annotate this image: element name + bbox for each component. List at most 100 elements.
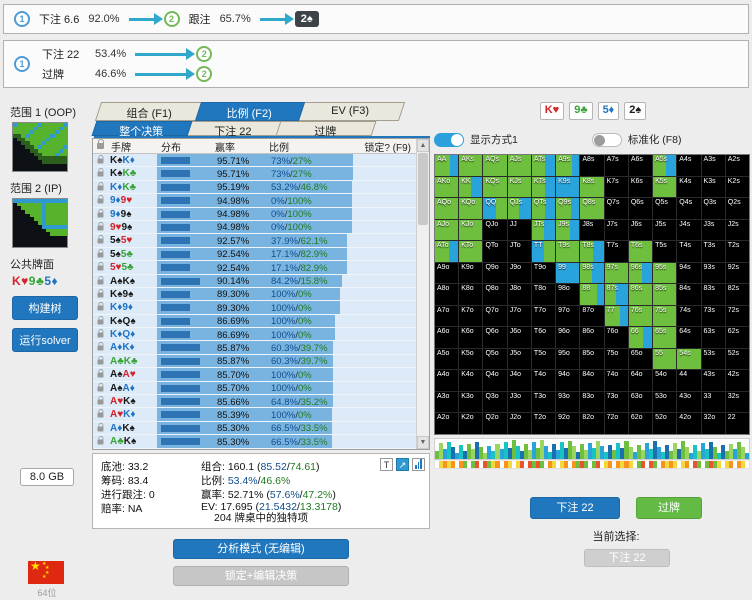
matrix-cell-A6s[interactable]: A6s xyxy=(629,155,652,176)
matrix-cell-J2o[interactable]: J2o xyxy=(508,413,531,434)
matrix-cell-T2o[interactable]: T2o xyxy=(532,413,555,434)
header-ratio[interactable]: 比例 xyxy=(269,139,349,154)
matrix-cell-Q6o[interactable]: Q6o xyxy=(483,327,506,348)
matrix-cell-Q2s[interactable]: Q2s xyxy=(726,198,749,219)
matrix-cell-T9s[interactable]: T9s xyxy=(556,241,579,262)
table-row[interactable]: K♠K♦95.71%73%/27% xyxy=(93,154,429,167)
matrix-cell-K6s[interactable]: K6s xyxy=(629,177,652,198)
matrix-cell-52s[interactable]: 52s xyxy=(726,349,749,370)
matrix-cell-96o[interactable]: 96o xyxy=(556,327,579,348)
matrix-cell-T6s[interactable]: T6s xyxy=(629,241,652,262)
matrix-cell-T8s[interactable]: T8s xyxy=(580,241,603,262)
matrix-cell-J2s[interactable]: J2s xyxy=(726,220,749,241)
subtab-0[interactable]: 整个决策 xyxy=(92,121,193,136)
matrix-cell-AKo[interactable]: AKo xyxy=(435,177,458,198)
table-row[interactable]: A♥K♦85.39%100%/0% xyxy=(93,408,429,421)
lock-icon[interactable] xyxy=(98,426,104,431)
table-row[interactable]: K♠K♣95.71%73%/27% xyxy=(93,167,429,180)
matrix-cell-77[interactable]: 77 xyxy=(605,306,628,327)
tree-node-2[interactable]: 2 xyxy=(196,46,212,62)
matrix-cell-ATo[interactable]: ATo xyxy=(435,241,458,262)
matrix-cell-K8s[interactable]: K8s xyxy=(580,177,603,198)
matrix-cell-92s[interactable]: 92s xyxy=(726,263,749,284)
matrix-cell-53o[interactable]: 53o xyxy=(653,392,676,413)
matrix-cell-KTs[interactable]: KTs xyxy=(532,177,555,198)
matrix-cell-99[interactable]: 99 xyxy=(556,263,579,284)
matrix-cell-62o[interactable]: 62o xyxy=(629,413,652,434)
subtab-1[interactable]: 下注 22 xyxy=(184,121,285,136)
matrix-cell-94o[interactable]: 94o xyxy=(556,370,579,391)
matrix-cell-83o[interactable]: 83o xyxy=(580,392,603,413)
lock-icon[interactable] xyxy=(98,252,104,257)
matrix-cell-76s[interactable]: 76s xyxy=(629,306,652,327)
matrix-cell-AJo[interactable]: AJo xyxy=(435,220,458,241)
matrix-cell-66[interactable]: 66 xyxy=(629,327,652,348)
matrix-cell-T4o[interactable]: T4o xyxy=(532,370,555,391)
matrix-cell-63s[interactable]: 63s xyxy=(702,327,725,348)
matrix-cell-J3s[interactable]: J3s xyxy=(702,220,725,241)
matrix-cell-KJo[interactable]: KJo xyxy=(459,220,482,241)
matrix-cell-64s[interactable]: 64s xyxy=(677,327,700,348)
matrix-cell-54s[interactable]: 54s xyxy=(677,349,700,370)
matrix-cell-KTo[interactable]: KTo xyxy=(459,241,482,262)
matrix-cell-63o[interactable]: 63o xyxy=(629,392,652,413)
table-scrollbar[interactable]: ▲ ▼ xyxy=(416,139,429,449)
matrix-cell-95o[interactable]: 95o xyxy=(556,349,579,370)
matrix-cell-KQo[interactable]: KQo xyxy=(459,198,482,219)
tree-node-1[interactable]: 1 xyxy=(14,56,30,72)
tree-node-2[interactable]: 2 xyxy=(164,11,180,27)
matrix-cell-74o[interactable]: 74o xyxy=(605,370,628,391)
matrix-cell-A4o[interactable]: A4o xyxy=(435,370,458,391)
lock-icon[interactable] xyxy=(98,333,104,338)
matrix-cell-A7o[interactable]: A7o xyxy=(435,306,458,327)
matrix-cell-K9o[interactable]: K9o xyxy=(459,263,482,284)
matrix-cell-72o[interactable]: 72o xyxy=(605,413,628,434)
table-row[interactable]: K♦9♦89.30%100%/0% xyxy=(93,301,429,314)
matrix-cell-85o[interactable]: 85o xyxy=(580,349,603,370)
matrix-cell-T5s[interactable]: T5s xyxy=(653,241,676,262)
tree-node-1[interactable]: 1 xyxy=(14,11,30,27)
matrix-cell-J7s[interactable]: J7s xyxy=(605,220,628,241)
matrix-cell-97o[interactable]: 97o xyxy=(556,306,579,327)
matrix-cell-K4o[interactable]: K4o xyxy=(459,370,482,391)
lock-icon[interactable] xyxy=(98,413,104,418)
matrix-cell-22[interactable]: 22 xyxy=(726,413,749,434)
matrix-cell-Q5s[interactable]: Q5s xyxy=(653,198,676,219)
table-row[interactable]: 9♥9♠94.98%0%/100% xyxy=(93,221,429,234)
table-row[interactable]: 9♦9♠94.98%0%/100% xyxy=(93,208,429,221)
table-row[interactable]: K♦K♣95.19%53.2%/46.8% xyxy=(93,181,429,194)
matrix-cell-A6o[interactable]: A6o xyxy=(435,327,458,348)
matrix-cell-A2s[interactable]: A2s xyxy=(726,155,749,176)
matrix-cell-72s[interactable]: 72s xyxy=(726,306,749,327)
tree-action-call[interactable]: 跟注 xyxy=(189,11,211,27)
matrix-cell-T3s[interactable]: T3s xyxy=(702,241,725,262)
matrix-cell-44[interactable]: 44 xyxy=(677,370,700,391)
matrix-cell-85s[interactable]: 85s xyxy=(653,284,676,305)
matrix-cell-J6s[interactable]: J6s xyxy=(629,220,652,241)
matrix-cell-97s[interactable]: 97s xyxy=(605,263,628,284)
table-row[interactable]: K♦Q♦86.69%100%/0% xyxy=(93,328,429,341)
matrix-cell-Q6s[interactable]: Q6s xyxy=(629,198,652,219)
equity-distribution-graph[interactable] xyxy=(434,438,750,460)
matrix-cell-K4s[interactable]: K4s xyxy=(677,177,700,198)
matrix-cell-JTo[interactable]: JTo xyxy=(508,241,531,262)
current-selection-button[interactable]: 下注 22 xyxy=(584,549,670,567)
matrix-cell-Q5o[interactable]: Q5o xyxy=(483,349,506,370)
matrix-cell-75s[interactable]: 75s xyxy=(653,306,676,327)
text-view-icon[interactable]: T xyxy=(380,458,393,471)
lock-icon[interactable] xyxy=(98,319,104,324)
matrix-cell-T7s[interactable]: T7s xyxy=(605,241,628,262)
lock-icon[interactable] xyxy=(98,212,104,217)
matrix-cell-A2o[interactable]: A2o xyxy=(435,413,458,434)
matrix-cell-95s[interactable]: 95s xyxy=(653,263,676,284)
analyze-mode-button[interactable]: 分析模式 (无编辑) xyxy=(173,539,349,559)
scroll-up-icon[interactable]: ▲ xyxy=(417,139,429,152)
matrix-cell-Q4o[interactable]: Q4o xyxy=(483,370,506,391)
table-row[interactable]: 5♠5♣92.54%17.1%/82.9% xyxy=(93,248,429,261)
matrix-cell-88[interactable]: 88 xyxy=(580,284,603,305)
tree-node-2[interactable]: 2 xyxy=(196,66,212,82)
matrix-cell-73s[interactable]: 73s xyxy=(702,306,725,327)
matrix-cell-A3s[interactable]: A3s xyxy=(702,155,725,176)
matrix-cell-Q3s[interactable]: Q3s xyxy=(702,198,725,219)
matrix-cell-T6o[interactable]: T6o xyxy=(532,327,555,348)
